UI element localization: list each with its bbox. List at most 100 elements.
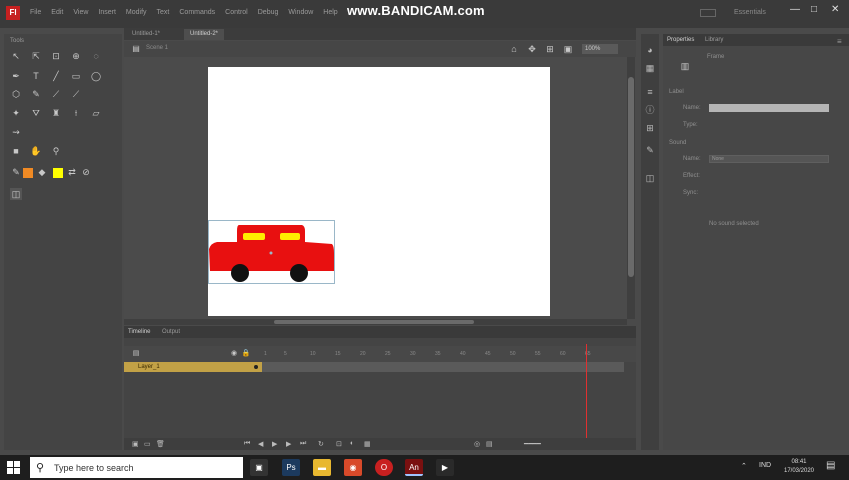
menu-commands[interactable]: Commands [179,9,215,16]
line-tool-icon[interactable]: ╱ [50,70,62,82]
menu-insert[interactable]: Insert [98,9,116,16]
stroke-color-icon[interactable]: ✎ [10,166,22,178]
onion-skin-icon[interactable]: ◐ [350,440,354,447]
free-transform-tool-icon[interactable]: ⊡ [50,50,62,62]
lasso-tool-icon[interactable]: ◌ [90,50,102,62]
zoom-dropdown[interactable]: 100% [582,44,618,54]
windows-start-button[interactable] [7,461,21,475]
sound-section-header[interactable]: Sound [669,140,686,146]
layer-row[interactable]: Layer_1 [124,362,624,372]
tab-output[interactable]: Output [162,329,180,335]
object-drawing-icon[interactable]: ◫ [10,188,22,200]
language-indicator[interactable]: IND [759,462,771,469]
swap-colors-icon[interactable]: ⇄ [66,166,78,178]
lock-all-layers-icon[interactable]: 🔒 [240,348,252,360]
tray-chevron-icon[interactable]: ⌃ [741,462,747,470]
layer-options-icon[interactable]: ▤ [130,348,142,360]
pen-tool-icon[interactable]: ✒ [10,70,22,82]
menu-modify[interactable]: Modify [126,9,147,16]
align-panel-icon[interactable]: ≡ [644,86,656,98]
file-explorer-icon[interactable]: ▬ [313,459,331,476]
sync-settings-icon[interactable] [700,9,716,17]
task-view-icon[interactable]: ▣ [250,459,268,476]
menu-control[interactable]: Control [225,9,248,16]
tab-untitled-2[interactable]: Untitled-2* [184,29,225,40]
maximize-button[interactable]: □ [811,4,817,15]
ink-bottle-tool-icon[interactable]: ♜ [50,107,62,119]
tab-library[interactable]: Library [705,37,723,43]
clip-stage-icon[interactable]: ▣ [562,43,574,55]
no-color-icon[interactable]: ⊘ [80,166,92,178]
menu-edit[interactable]: Edit [51,9,63,16]
stage-vertical-scrollbar[interactable] [627,57,635,319]
zoom-tool-icon[interactable]: ⚲ [50,145,62,157]
fill-color-icon[interactable]: ◆ [36,166,48,178]
delete-layer-icon[interactable]: 🗑 [156,440,165,448]
label-section-header[interactable]: Label [669,89,684,95]
menu-help[interactable]: Help [323,9,337,16]
menu-window[interactable]: Window [288,9,313,16]
motion-presets-icon[interactable]: ✎ [644,144,656,156]
loop-icon[interactable]: ↻ [318,440,324,448]
minimize-button[interactable]: — [790,4,800,15]
play-icon[interactable]: ▶ [272,440,277,448]
sound-name-dropdown[interactable]: None [709,155,829,163]
tab-properties[interactable]: Properties [667,37,694,43]
edit-multiple-frames-icon[interactable]: ▦ [364,440,371,448]
paint-bucket-tool-icon[interactable]: ⛛ [30,107,42,119]
swatches-panel-icon[interactable]: ▦ [644,62,656,74]
pencil-tool-icon[interactable]: ✎ [30,88,42,100]
menu-debug[interactable]: Debug [258,9,279,16]
panel-menu-icon[interactable]: ≡ [837,37,842,46]
tab-untitled-1[interactable]: Untitled-1* [126,29,166,40]
step-forward-icon[interactable]: ▶ [286,440,291,448]
frame-ruler[interactable]: 1 5 10 15 20 25 30 35 40 45 50 55 60 65 [262,346,624,362]
opera-browser-icon[interactable]: O [375,459,393,476]
car-drawing[interactable] [208,220,335,284]
stroke-color-swatch[interactable] [23,168,33,178]
3d-rotation-tool-icon[interactable]: ⊕ [70,50,82,62]
go-to-last-frame-icon[interactable]: ⏭ [300,440,306,448]
horizontal-scroll-thumb[interactable] [274,320,474,324]
eraser-tool-icon[interactable]: ▱ [90,107,102,119]
color-panel-icon[interactable]: ◕ [644,44,656,56]
zoom-slider[interactable]: ━━━━ [524,440,541,448]
layer-name-cell[interactable]: Layer_1 [124,362,262,372]
taskbar-search-box[interactable]: ⚲ Type here to search [30,457,243,478]
edit-symbols-icon[interactable]: ✥ [526,43,538,55]
edit-scene-icon[interactable]: ⌂ [508,43,520,55]
frame-name-input[interactable] [709,104,829,112]
menu-text[interactable]: Text [157,9,170,16]
notifications-icon[interactable]: ▤ [826,460,835,471]
stage-horizontal-scrollbar[interactable] [124,319,627,325]
bone-tool-icon[interactable]: ✦ [10,107,22,119]
menu-view[interactable]: View [73,9,88,16]
photoshop-app-icon[interactable]: Ps [282,459,300,476]
center-frame-icon[interactable]: ⊡ [336,440,342,448]
video-app-icon[interactable]: ▶ [436,459,454,476]
vertical-scroll-thumb[interactable] [628,77,634,277]
paint-brush-tool-icon[interactable]: ⟋ [70,88,82,100]
eyedropper-tool-icon[interactable]: ⟊ [70,107,82,119]
menu-file[interactable]: File [30,9,41,16]
transform-panel-icon[interactable]: ⊞ [644,122,656,134]
new-layer-icon[interactable]: ▣ [132,440,139,448]
camera-toggle-icon[interactable]: ◎ [474,440,480,448]
new-folder-icon[interactable]: ▭ [144,440,151,448]
width-tool-icon[interactable]: ⇝ [10,126,22,138]
fill-color-swatch[interactable] [53,168,63,178]
hand-tool-icon[interactable]: ✋ [30,145,42,157]
animate-app-icon[interactable]: An [405,459,423,476]
selection-tool-icon[interactable]: ↖ [10,50,22,62]
workspace-switcher[interactable]: Essentials [734,9,766,16]
media-app-icon[interactable]: ◉ [344,459,362,476]
text-tool-icon[interactable]: T [30,70,42,82]
playhead[interactable] [586,344,587,444]
camera-tool-icon[interactable]: ■ [10,145,22,157]
brush-tool-icon[interactable]: ⟋ [50,88,62,100]
layer-depth-icon[interactable]: ▤ [486,440,493,448]
tab-timeline[interactable]: Timeline [128,329,150,335]
close-button[interactable]: ✕ [831,4,839,15]
rectangle-tool-icon[interactable]: ▭ [70,70,82,82]
go-to-first-frame-icon[interactable]: ⏮ [244,440,250,448]
